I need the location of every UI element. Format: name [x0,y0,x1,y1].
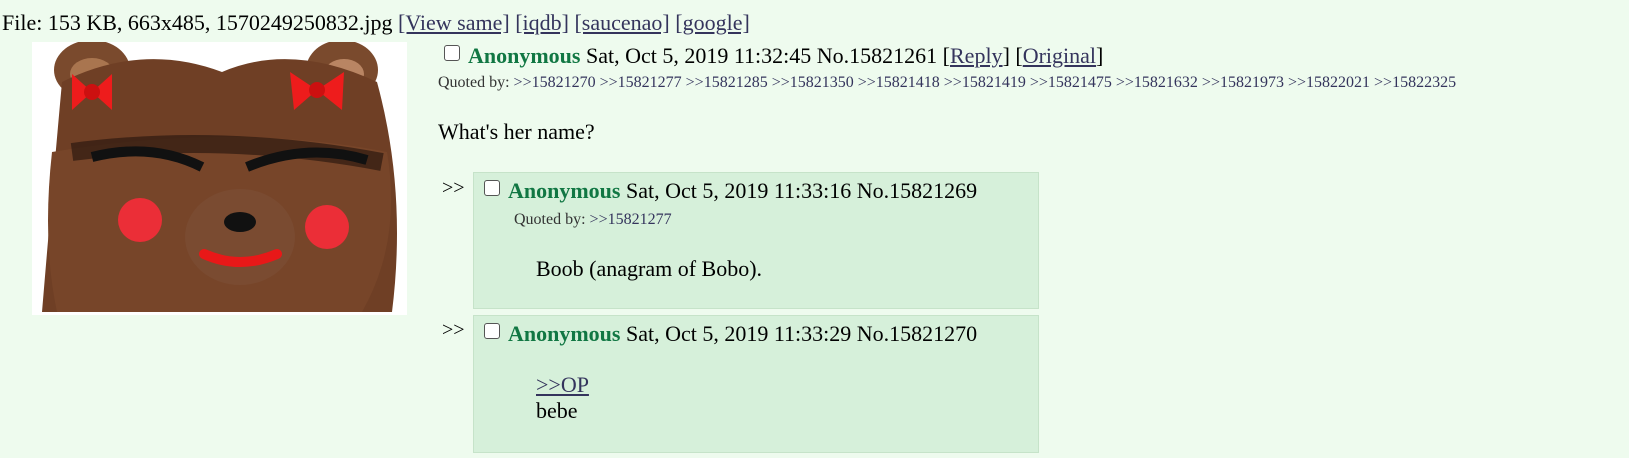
poster-name: Anonymous [468,43,581,68]
op-post-header: Anonymous Sat, Oct 5, 2019 11:32:45 No.1… [444,42,1103,70]
quoted-by-links[interactable]: >>15821270 >>15821277 >>15821285 >>15821… [514,74,1457,91]
post-datetime: Sat, Oct 5, 2019 11:32:45 [585,43,812,68]
thread-page: File: 153 KB, 663x485, 1570249250832.jpg… [0,0,1629,458]
quoted-by-label: Quoted by: [438,74,510,91]
poster-name: Anonymous [508,178,621,203]
reply-arrow: >> [442,177,465,199]
post-number[interactable]: No.15821269 [857,178,977,203]
poster-name: Anonymous [508,321,621,346]
saucenao-link[interactable]: [saucenao] [574,10,669,35]
reply-arrow: >> [442,319,465,341]
original-link[interactable]: Original [1023,43,1096,68]
post-thumbnail[interactable] [32,42,407,315]
post-datetime: Sat, Oct 5, 2019 11:33:16 [625,178,852,203]
bear-face-icon [32,42,407,315]
view-same-link[interactable]: [View same] [398,10,510,35]
post-number[interactable]: No.15821261 [817,43,937,68]
checkbox-icon[interactable] [444,45,460,61]
quoted-by-links[interactable]: >>15821277 [590,211,672,228]
reply-link[interactable]: Reply [950,43,1003,68]
file-info-text: File: 153 KB, 663x485, 1570249250832.jpg [2,10,393,35]
post-number[interactable]: No.15821270 [857,321,977,346]
reply-header: Anonymous Sat, Oct 5, 2019 11:33:29 No.1… [484,320,977,348]
reply-header: Anonymous Sat, Oct 5, 2019 11:33:16 No.1… [484,177,977,205]
reply-message: Boob (anagram of Bobo). [536,256,763,281]
file-info: File: 153 KB, 663x485, 1570249250832.jpg… [2,10,750,36]
quoted-by-label: Quoted by: [514,211,586,228]
post-datetime: Sat, Oct 5, 2019 11:33:29 [625,321,852,346]
op-message: What's her name? [438,119,595,144]
op-quoted-by: Quoted by: >>15821270 >>15821277 >>15821… [438,74,1456,92]
reply-post: Anonymous Sat, Oct 5, 2019 11:33:16 No.1… [473,172,1039,309]
reply-message: >>OP bebe [536,372,589,424]
reply-message-text: bebe [536,398,578,423]
op-quote-link[interactable]: >>OP [536,372,589,398]
checkbox-icon[interactable] [484,180,500,196]
reply-post: Anonymous Sat, Oct 5, 2019 11:33:29 No.1… [473,315,1039,453]
checkbox-icon[interactable] [484,323,500,339]
iqdb-link[interactable]: [iqdb] [515,10,569,35]
reply-quoted-by: Quoted by: >>15821277 [514,211,672,229]
google-link[interactable]: [google] [675,10,750,35]
